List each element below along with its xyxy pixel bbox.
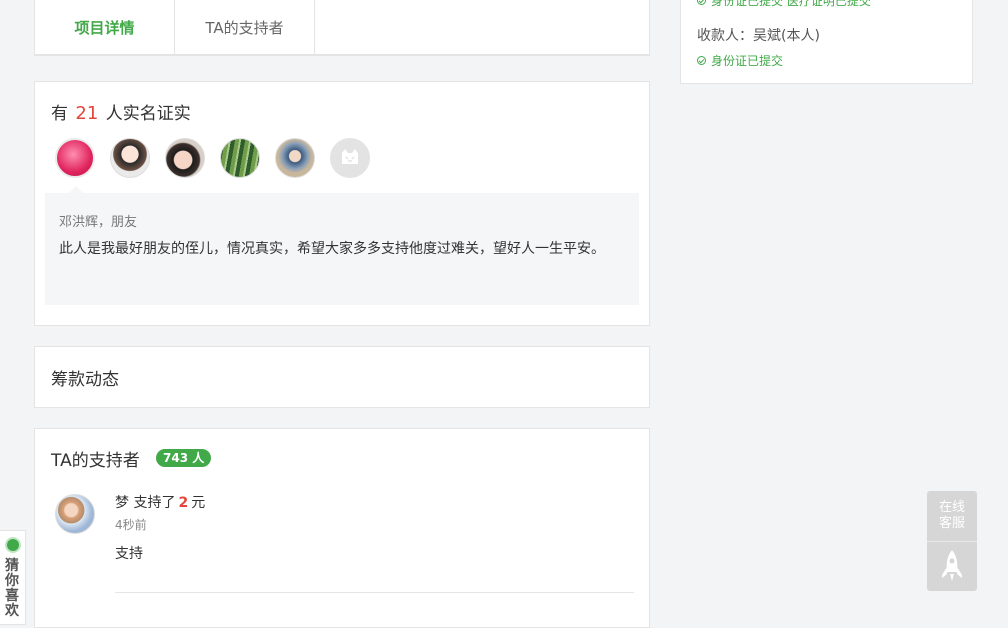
online-service-label: 在线客服: [938, 500, 965, 531]
supporters-title: TA的支持者: [51, 451, 140, 471]
check-circle-icon: [697, 0, 706, 5]
verifier-avatar-plants[interactable]: [220, 138, 260, 178]
supporter-message: 支持: [115, 546, 143, 562]
quote-arrow: [69, 186, 83, 193]
verifier-avatar-flower[interactable]: [55, 138, 95, 178]
guess-you-like-label: 猜你喜欢: [5, 558, 19, 619]
payee-id-status: 身份证已提交: [697, 52, 783, 69]
supporter-action: 支持了: [133, 495, 176, 511]
tabs-divider: [35, 54, 649, 55]
supporter-time: 4秒前: [115, 518, 147, 532]
verification-status-text: 身份证已提交 医疗证明已提交: [711, 0, 871, 8]
quote-text: 此人是我最好朋友的侄儿，情况真实，希望大家多多支持他度过难关，望好人一生平安。: [59, 241, 605, 257]
verification-count: 21: [75, 103, 99, 124]
check-circle-icon: [697, 56, 706, 65]
tab-project-details[interactable]: 项目详情: [35, 0, 175, 55]
back-to-top-button[interactable]: [927, 542, 977, 591]
verification-title: 有 21 人实名证实: [51, 99, 191, 124]
verification-title-prefix: 有: [51, 104, 68, 124]
payee-name: 吴斌(本人): [753, 28, 820, 44]
verification-quote: 邓洪辉，朋友 此人是我最好朋友的侄儿，情况真实，希望大家多多支持他度过难关，望好…: [45, 193, 639, 305]
supporter-unit: 元: [191, 495, 206, 511]
supporters-count-badge: 743 人: [156, 449, 212, 467]
supporters-card: TA的支持者 743 人 梦 支持了 2 元 4秒前 支持: [34, 428, 650, 628]
supporter-amount: 2: [178, 495, 189, 511]
verifier-avatar-girl[interactable]: [110, 138, 150, 178]
project-tabs: 项目详情 TA的支持者: [34, 0, 650, 56]
verification-title-suffix: 人实名证实: [105, 104, 191, 124]
verifier-avatar-child[interactable]: [165, 138, 205, 178]
fundraising-updates-card: 筹款动态: [34, 346, 650, 408]
supporter-summary: 梦 支持了 2 元: [115, 492, 205, 512]
supporter-name: 梦: [115, 495, 129, 511]
default-avatar-icon: [342, 149, 358, 164]
verifier-avatar-default[interactable]: [330, 138, 370, 178]
payee-label: 收款人：: [697, 28, 753, 44]
payee-info-card: 身份证已提交 医疗证明已提交 收款人：吴斌(本人) 身份证已提交: [680, 0, 973, 84]
online-service-button[interactable]: 在线客服: [927, 491, 977, 541]
real-name-verification-card: 有 21 人实名证实 邓洪辉，朋友 此人是我最好朋友的侄儿，情况真实，希望大家多…: [34, 81, 650, 326]
guess-you-like-tab[interactable]: 猜你喜欢: [0, 530, 26, 625]
status-dot-icon: [7, 539, 19, 551]
payee-id-status-text: 身份证已提交: [711, 54, 784, 68]
verification-status-line: 身份证已提交 医疗证明已提交: [697, 0, 871, 9]
payee-line: 收款人：吴斌(本人): [697, 25, 820, 45]
rocket-icon: [942, 550, 962, 581]
fundraising-updates-title: 筹款动态: [51, 370, 119, 390]
supporter-avatar[interactable]: [55, 494, 95, 534]
supporter-divider: [115, 592, 634, 593]
tab-supporters[interactable]: TA的支持者: [175, 0, 315, 55]
quote-author: 邓洪辉，朋友: [59, 215, 138, 230]
floating-toolbar: 在线客服: [927, 491, 977, 591]
verifier-avatar-boy[interactable]: [275, 138, 315, 178]
